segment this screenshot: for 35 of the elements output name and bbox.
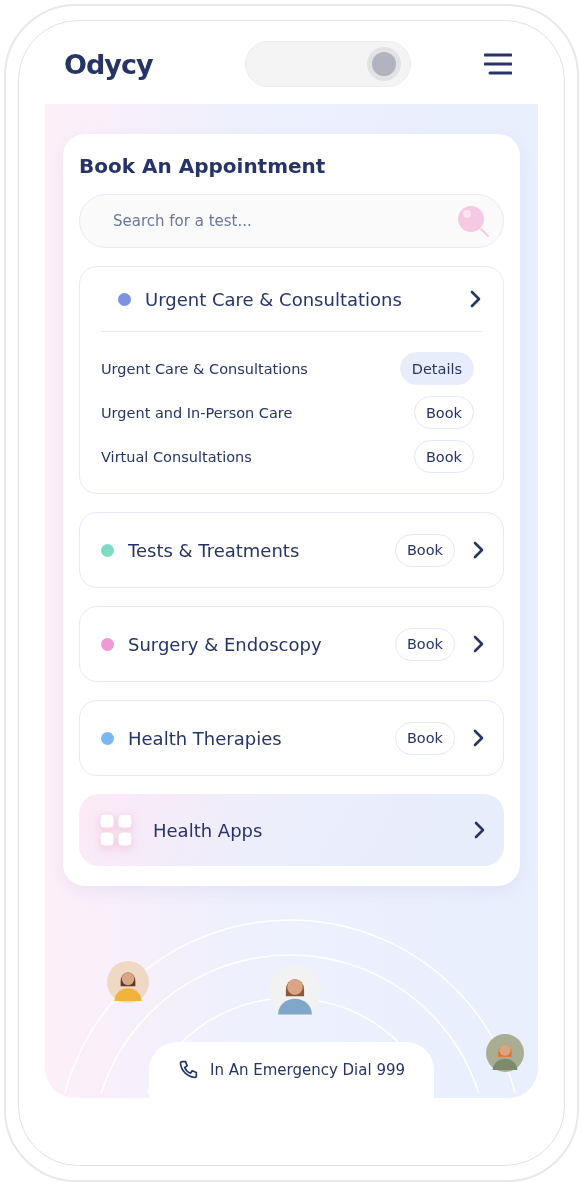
emergency-button[interactable]: In An Emergency Dial 999 bbox=[149, 1042, 434, 1098]
details-button[interactable]: Details bbox=[399, 352, 474, 385]
menu-icon[interactable] bbox=[484, 53, 512, 75]
card-title: Book An Appointment bbox=[79, 154, 327, 178]
chevron-icon bbox=[473, 729, 485, 747]
chevron-icon bbox=[474, 821, 486, 839]
avatar bbox=[269, 965, 321, 1017]
search-field[interactable]: Search for a test... bbox=[79, 194, 504, 248]
category-name: Urgent Care & Consultations bbox=[145, 288, 403, 310]
category-row[interactable]: Tests & Treatments Book bbox=[79, 512, 504, 588]
chevron-icon bbox=[473, 541, 485, 559]
avatar bbox=[107, 961, 149, 1003]
book-button[interactable]: Book bbox=[413, 396, 474, 429]
category-name: Surgery & Endoscopy bbox=[128, 633, 323, 655]
category-row[interactable]: Surgery & Endoscopy Book bbox=[79, 606, 504, 682]
chevron-icon bbox=[473, 635, 485, 653]
health-apps-row[interactable]: Health Apps bbox=[79, 794, 504, 866]
book-button[interactable]: Book bbox=[394, 721, 455, 755]
book-button[interactable]: Book bbox=[413, 440, 474, 473]
grid-icon bbox=[99, 813, 133, 847]
search-icon bbox=[456, 204, 490, 238]
book-button[interactable]: Book bbox=[394, 533, 455, 567]
apps-label: Health Apps bbox=[153, 819, 264, 841]
avatar bbox=[486, 1034, 524, 1072]
category-header[interactable]: Urgent Care & Consultations bbox=[101, 267, 482, 332]
book-button[interactable]: Book bbox=[394, 627, 455, 661]
phone-icon bbox=[177, 1060, 198, 1080]
chevron-icon bbox=[470, 290, 482, 308]
category-name: Tests & Treatments bbox=[128, 539, 301, 561]
category-name: Health Therapies bbox=[128, 727, 283, 749]
service-name: Urgent and In-Person Care bbox=[101, 404, 293, 421]
category-row[interactable]: Health Therapies Book bbox=[79, 700, 504, 776]
logo[interactable]: Odycy bbox=[64, 48, 153, 80]
service-name: Virtual Consultations bbox=[101, 448, 252, 465]
service-name: Urgent Care & Consultations bbox=[101, 360, 308, 377]
